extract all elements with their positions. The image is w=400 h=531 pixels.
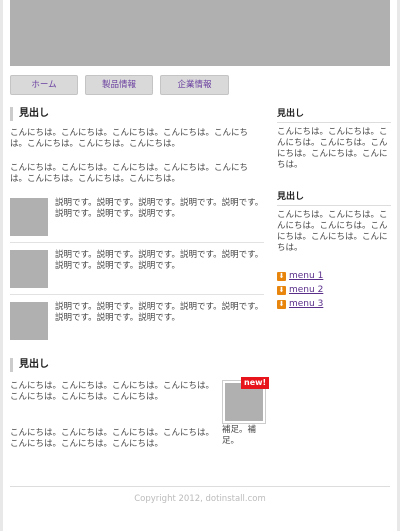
item-description: 説明です。説明です。説明です。説明です。説明です。説明です。説明です。説明です。 [55,250,264,271]
figure-caption: 補足。補足。 [222,425,257,446]
new-badge: new! [241,377,270,389]
sidebar-menu-item[interactable]: ⬇ menu 2 [277,284,323,297]
sidebar-text: こんにちは。こんにちは。こんにちは。こんにちは。こんにちは。こんにちは。こんにち… [277,127,388,170]
header-banner [10,0,390,66]
menu-link[interactable]: menu 3 [289,299,323,309]
item-description: 説明です。説明です。説明です。説明です。説明です。説明です。説明です。説明です。 [55,198,264,219]
section-heading: 見出し [10,107,49,121]
orange-arrow-icon: ⬇ [277,271,286,281]
nav-products-button[interactable]: 製品情報 [85,75,153,95]
menu-link[interactable]: menu 2 [289,285,323,295]
nav-home-button[interactable]: ホーム [10,75,78,95]
orange-arrow-icon: ⬇ [277,299,286,309]
body-paragraph: こんにちは。こんにちは。こんにちは。こんにちは。こんにちは。こんにちは。こんにち… [10,381,215,402]
intro-paragraph: こんにちは。こんにちは。こんにちは。こんにちは。こんにちは。こんにちは。こんにち… [10,128,249,149]
sidebar-menu-item[interactable]: ⬇ menu 1 [277,270,323,283]
item-thumbnail [10,198,48,236]
item-description: 説明です。説明です。説明です。説明です。説明です。説明です。説明です。説明です。 [55,302,264,323]
sidebar-menu-item[interactable]: ⬇ menu 3 [277,298,323,311]
sidebar-text: こんにちは。こんにちは。こんにちは。こんにちは。こんにちは。こんにちは。こんにち… [277,210,388,253]
body-paragraph: こんにちは。こんにちは。こんにちは。こんにちは。こんにちは。こんにちは。こんにち… [10,428,215,449]
nav-company-button[interactable]: 企業情報 [160,75,229,95]
sidebar-heading: 見出し [277,189,391,206]
menu-link[interactable]: menu 1 [289,271,323,281]
footer: Copyright 2012, dotinstall.com [10,486,390,504]
orange-arrow-icon: ⬇ [277,285,286,295]
item-thumbnail [10,250,48,288]
intro-paragraph: こんにちは。こんにちは。こんにちは。こんにちは。こんにちは。こんにちは。こんにち… [10,163,249,184]
page: ホーム 製品情報 企業情報 見出し こんにちは。こんにちは。こんにちは。こんにち… [3,0,397,531]
sidebar-heading: 見出し [277,106,391,123]
section-heading: 見出し [10,358,49,372]
item-thumbnail [10,302,48,340]
copyright-text: Copyright 2012, dotinstall.com [134,494,266,504]
divider [10,242,264,243]
divider [10,294,264,295]
